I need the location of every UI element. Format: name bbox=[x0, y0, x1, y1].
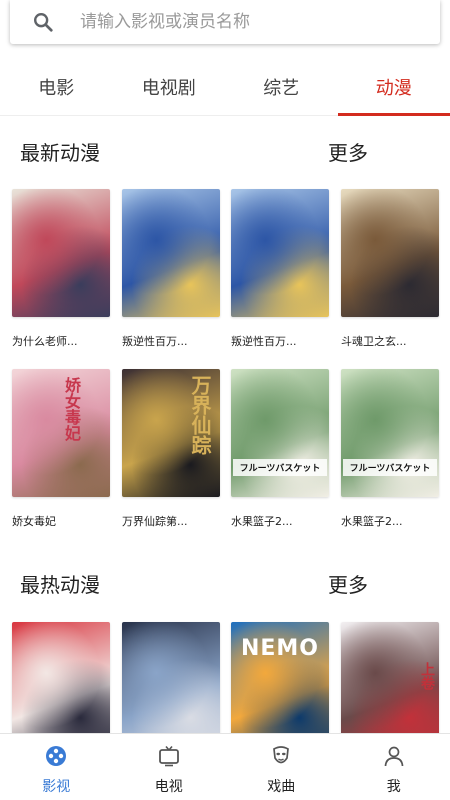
category-tabs: 电影 电视剧 综艺 动漫 bbox=[0, 58, 450, 116]
more-link[interactable]: 更多 bbox=[328, 137, 368, 166]
poster-image bbox=[122, 189, 220, 317]
search-bar[interactable] bbox=[10, 0, 440, 44]
poster-image: フルーツバスケット bbox=[231, 369, 329, 497]
section-title: 最热动漫 bbox=[20, 573, 100, 597]
bottom-navigation: 影视 电视 戏曲 我 bbox=[0, 733, 450, 800]
card-title: 娇女毒妃 bbox=[12, 515, 56, 528]
tab-tv-series[interactable]: 电视剧 bbox=[113, 58, 226, 115]
anime-card[interactable]: 斗魂卫之玄... bbox=[341, 189, 439, 348]
tab-variety[interactable]: 综艺 bbox=[225, 58, 338, 115]
anime-card[interactable]: 叛逆性百万... bbox=[122, 189, 220, 348]
anime-card[interactable]: 万界仙踪 万界仙踪第... bbox=[122, 369, 220, 528]
card-title: 为什么老师... bbox=[12, 335, 78, 348]
film-reel-icon bbox=[46, 746, 67, 766]
poster-image: 上卷 bbox=[341, 622, 439, 750]
search-input[interactable] bbox=[80, 12, 440, 32]
anime-card[interactable]: NEMO bbox=[231, 622, 329, 750]
nav-label: 戏曲 bbox=[267, 779, 296, 795]
poster-image: 万界仙踪 bbox=[122, 369, 220, 497]
poster-caption: フルーツバスケット bbox=[233, 459, 327, 476]
tab-anime[interactable]: 动漫 bbox=[337, 58, 450, 116]
anime-card[interactable]: 叛逆性百万... bbox=[231, 189, 329, 348]
card-title: 水果篮子2... bbox=[341, 515, 403, 528]
section-title: 最新动漫 bbox=[20, 141, 100, 165]
card-title: 斗魂卫之玄... bbox=[341, 335, 407, 348]
poster-caption: NEMO bbox=[240, 636, 320, 661]
poster-caption: 上卷 bbox=[419, 662, 435, 690]
anime-card[interactable] bbox=[122, 622, 220, 750]
poster-image bbox=[231, 189, 329, 317]
nav-label: 电视 bbox=[154, 779, 183, 795]
card-title: 万界仙踪第... bbox=[122, 515, 188, 528]
nav-item-opera[interactable]: 戏曲 bbox=[225, 734, 338, 800]
anime-card[interactable]: 为什么老师... bbox=[12, 189, 110, 348]
section-hot-anime-header: 最热动漫 更多 bbox=[0, 563, 450, 603]
card-title: 水果篮子2... bbox=[231, 515, 293, 528]
person-icon bbox=[384, 746, 404, 767]
poster-caption: フルーツバスケット bbox=[343, 459, 437, 476]
poster-image bbox=[12, 622, 110, 750]
opera-mask-icon bbox=[273, 746, 290, 764]
poster-caption: 娇女毒妃 bbox=[62, 377, 81, 441]
nav-item-tv[interactable]: 电视 bbox=[113, 734, 226, 800]
poster-image bbox=[12, 189, 110, 317]
poster-caption: 万界仙踪 bbox=[188, 375, 212, 455]
nav-item-me[interactable]: 我 bbox=[338, 734, 450, 800]
poster-image: NEMO bbox=[231, 622, 329, 750]
tab-movies[interactable]: 电影 bbox=[0, 58, 113, 115]
nav-label: 我 bbox=[386, 779, 401, 795]
search-icon[interactable] bbox=[32, 11, 54, 33]
nav-item-film[interactable]: 影视 bbox=[0, 734, 113, 800]
anime-card[interactable]: フルーツバスケット 水果篮子2... bbox=[231, 369, 329, 528]
anime-card[interactable] bbox=[12, 622, 110, 750]
anime-card[interactable]: フルーツバスケット 水果篮子2... bbox=[341, 369, 439, 528]
nav-label: 影视 bbox=[42, 779, 71, 795]
poster-image bbox=[341, 189, 439, 317]
poster-image: フルーツバスケット bbox=[341, 369, 439, 497]
tv-icon bbox=[158, 745, 179, 767]
anime-card[interactable]: 上卷 bbox=[341, 622, 439, 750]
card-title: 叛逆性百万... bbox=[122, 335, 188, 348]
poster-image: 娇女毒妃 bbox=[12, 369, 110, 497]
poster-image bbox=[122, 622, 220, 750]
anime-card[interactable]: 娇女毒妃 娇女毒妃 bbox=[12, 369, 110, 528]
more-link[interactable]: 更多 bbox=[328, 569, 368, 598]
section-latest-anime-header: 最新动漫 更多 bbox=[0, 131, 450, 171]
card-title: 叛逆性百万... bbox=[231, 335, 297, 348]
